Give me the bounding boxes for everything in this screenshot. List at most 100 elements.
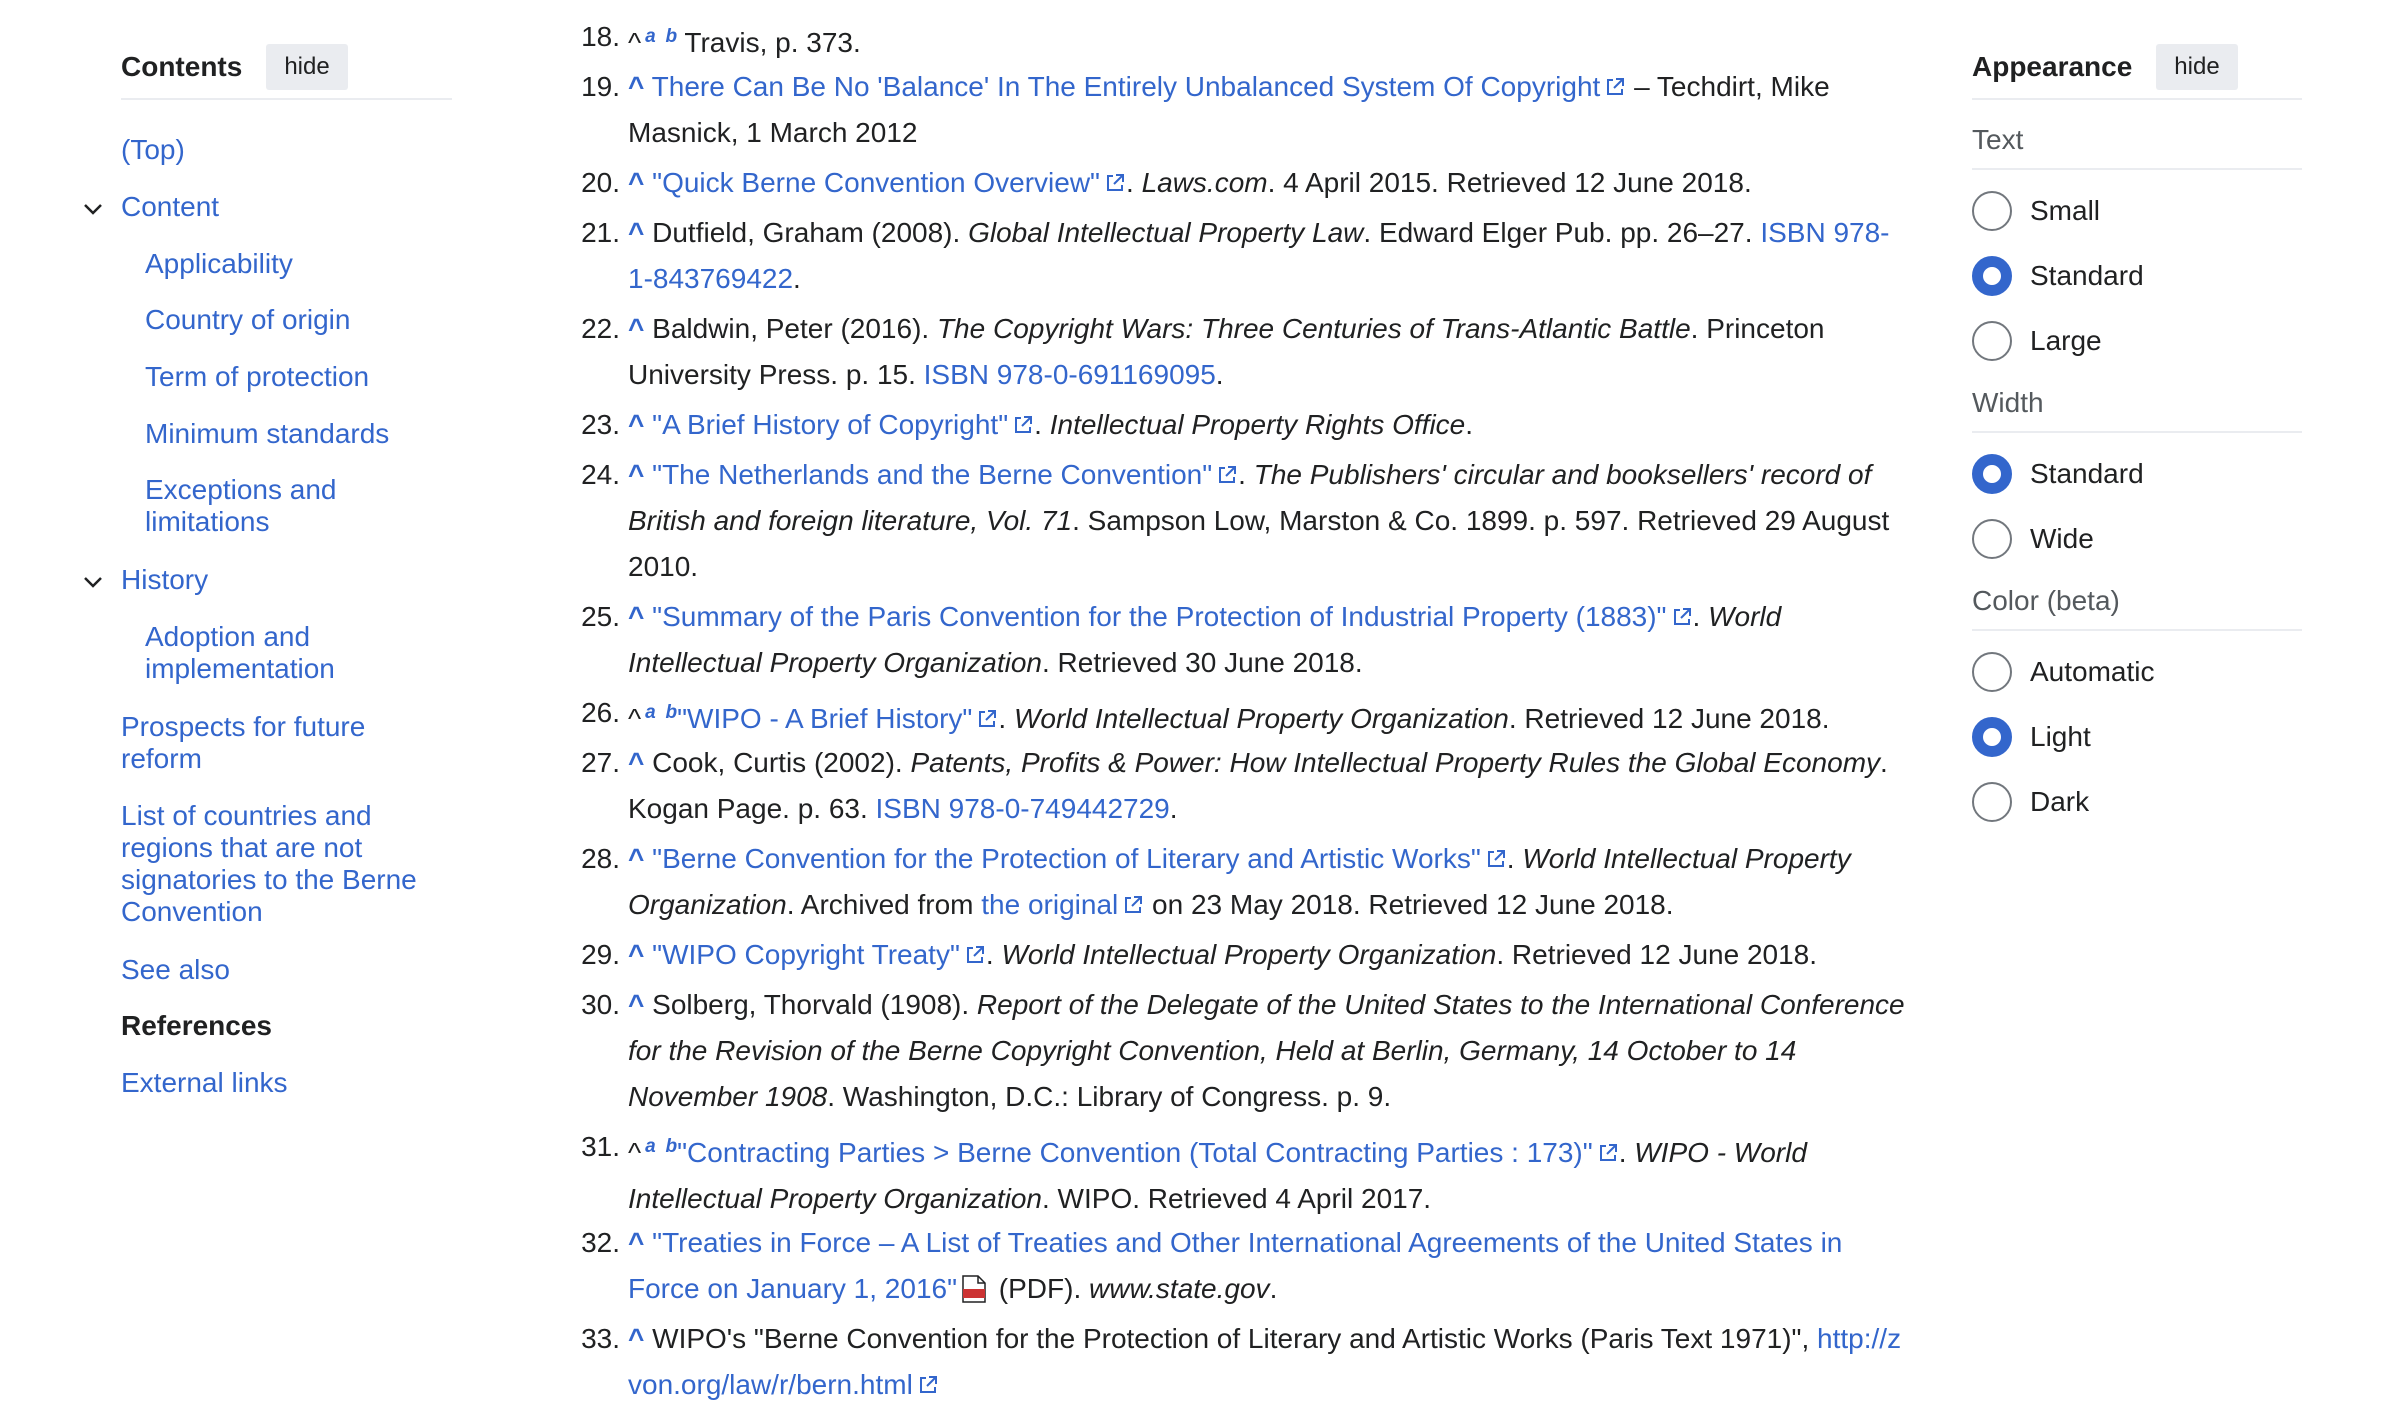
radio-button[interactable] [1972,518,2012,559]
backref-caret[interactable]: ^ [628,313,644,344]
isbn-link[interactable]: ISBN 978-0-749442729 [876,793,1170,824]
toc-item-history[interactable]: History [84,564,208,596]
ref-link[interactable]: There Can Be No 'Balance' In The Entirel… [652,71,1601,102]
ref-number: 31. [581,1131,620,1162]
reference-25: 25. ^ "Summary of the Paris Convention f… [570,594,1910,686]
reference-23: 23. ^ "A Brief History of Copyright". In… [570,402,1910,448]
ref-text: WIPO's "Berne Convention for the Protect… [652,1323,1818,1354]
reference-18: 18. ^ a b Travis, p. 373. [570,14,1910,66]
toc-item-see-also[interactable]: See also [121,954,230,986]
ref-link[interactable]: "Summary of the Paris Convention for the… [652,601,1666,632]
ref-publisher: Laws.com [1141,167,1268,198]
toc-hide-button[interactable]: hide [266,44,348,90]
external-link-icon [1219,466,1237,483]
chevron-down-icon[interactable] [81,197,105,221]
ref-number: 28. [581,843,620,874]
reference-30: 30. ^ Solberg, Thorvald (1908). Report o… [570,982,1910,1120]
toc-item-external-links[interactable]: External links [121,1067,288,1099]
toc-item-adoption[interactable]: Adoption and implementation [121,621,401,685]
radio-button-checked[interactable] [1972,453,2012,494]
toc-item-references[interactable]: References [121,1010,272,1042]
backref-caret[interactable]: ^ [628,939,644,970]
backref-caret[interactable]: ^ [628,747,644,778]
radio-button[interactable] [1972,320,2012,361]
backref-caret[interactable]: ^ [628,409,644,440]
color-option-automatic[interactable]: Automatic [1972,639,2302,704]
text-size-option-small[interactable]: Small [1972,178,2302,243]
color-options: Automatic Light Dark [1972,631,2302,834]
toc-item-minimum-standards[interactable]: Minimum standards [121,418,389,450]
archive-original-link[interactable]: the original [981,889,1118,920]
ref-number: 32. [581,1227,620,1258]
radio-button[interactable] [1972,190,2012,231]
ref-link[interactable]: "Berne Convention for the Protection of … [652,843,1481,874]
backref-a[interactable]: a [645,702,656,723]
backref-caret[interactable]: ^ [628,1227,644,1258]
width-option-wide[interactable]: Wide [1972,506,2302,571]
ref-text: . Retrieved 12 June 2018. [1508,703,1830,734]
ref-text: on 23 May 2018. Retrieved 12 June 2018. [1144,889,1674,920]
backref-caret[interactable]: ^ [628,459,644,490]
toc-item-applicability[interactable]: Applicability [121,248,293,280]
backref-caret[interactable]: ^ [628,1323,644,1354]
ref-number: 21. [581,217,620,248]
ref-text: . [1269,1273,1278,1304]
ref-publisher: World Intellectual Property Organization [1013,703,1509,734]
ref-text: . Edward Elger Pub. pp. 26–27. [1363,217,1753,248]
radio-button-checked[interactable] [1972,255,2012,296]
backref-b[interactable]: b [666,702,678,723]
table-of-contents: Contents hide (Top) Content Applicabilit… [84,44,452,1098]
backref-a[interactable]: a [645,26,656,47]
backref-b[interactable]: b [666,26,678,47]
ref-title: Global Intellectual Property Law [968,217,1364,248]
toc-item-prospects[interactable]: Prospects for future reform [121,711,401,775]
width-option-standard[interactable]: Standard [1972,441,2302,506]
toc-item-exceptions[interactable]: Exceptions and limitations [121,474,401,538]
backref-b[interactable]: b [666,1136,678,1157]
appearance-hide-button[interactable]: hide [2156,44,2238,90]
backref-caret[interactable]: ^ [628,167,644,198]
ref-publisher: World Intellectual Property Organization [1001,939,1497,970]
color-option-light[interactable]: Light [1972,704,2302,769]
reference-21: 21. ^ Dutfield, Graham (2008). Global In… [570,210,1910,302]
toc-item-top[interactable]: (Top) [121,134,185,166]
pdf-icon [962,1275,986,1303]
ref-link[interactable]: "WIPO Copyright Treaty" [652,939,960,970]
text-size-option-standard[interactable]: Standard [1972,243,2302,308]
ref-link[interactable]: "The Netherlands and the Berne Conventio… [652,459,1212,490]
backref-caret[interactable]: ^ [628,843,644,874]
ref-link[interactable]: "WIPO - A Brief History" [677,703,972,734]
external-link-icon [966,946,984,963]
chevron-down-icon[interactable] [81,570,105,594]
toc-title: Contents [121,51,243,82]
isbn-link[interactable]: ISBN 978-0-691169095 [924,359,1216,390]
reference-20: 20. ^ "Quick Berne Convention Overview".… [570,160,1910,206]
radio-button[interactable] [1972,781,2012,822]
color-option-dark[interactable]: Dark [1972,769,2302,834]
backref-caret[interactable]: ^ [628,217,644,248]
external-link-icon [1599,1144,1617,1161]
radio-button[interactable] [1972,651,2012,692]
toc-item-list-of-countries[interactable]: List of countries and regions that are n… [121,800,441,928]
option-label: Standard [2030,259,2144,291]
toc-item-content[interactable]: Content [84,191,219,223]
ref-author: Solberg, Thorvald (1908). [652,989,977,1020]
option-label: Standard [2030,457,2144,489]
backref-caret[interactable]: ^ [628,989,644,1020]
appearance-title: Appearance [1972,51,2133,82]
ref-number: 30. [581,989,620,1020]
ref-number: 25. [581,601,620,632]
ref-link[interactable]: "A Brief History of Copyright" [652,409,1008,440]
backref-a[interactable]: a [645,1136,656,1157]
text-size-option-large[interactable]: Large [1972,308,2302,373]
toc-item-term-of-protection[interactable]: Term of protection [121,361,369,393]
ref-text: . Washington, D.C.: Library of Congress.… [827,1081,1392,1112]
ref-link[interactable]: "Contracting Parties > Berne Convention … [677,1137,1593,1168]
toc-item-country-of-origin[interactable]: Country of origin [121,304,350,336]
backref-caret[interactable]: ^ [628,601,644,632]
ref-link[interactable]: "Quick Berne Convention Overview" [652,167,1100,198]
backref-caret[interactable]: ^ [628,71,644,102]
reference-33: 33. ^ WIPO's "Berne Convention for the P… [570,1316,1910,1408]
radio-button-checked[interactable] [1972,716,2012,757]
reference-32: 32. ^ "Treaties in Force – A List of Tre… [570,1220,1910,1312]
